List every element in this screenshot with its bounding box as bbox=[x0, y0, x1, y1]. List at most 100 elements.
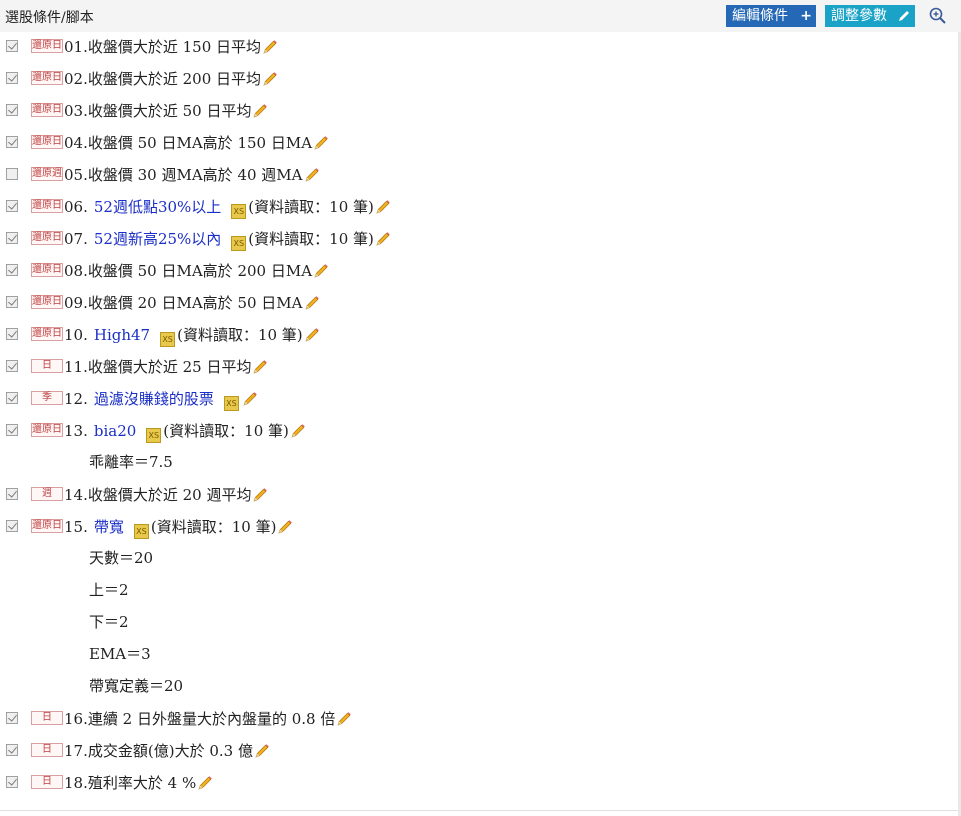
edit-pencil-icon[interactable] bbox=[304, 295, 320, 311]
parameter-line: 上＝2 bbox=[89, 581, 129, 599]
edit-pencil-icon[interactable] bbox=[254, 743, 270, 759]
period-badge[interactable]: 還原日 bbox=[31, 295, 63, 309]
condition-text: 收盤價大於近 150 日平均 bbox=[87, 38, 262, 56]
period-badge[interactable]: 日 bbox=[31, 743, 63, 757]
period-badge[interactable]: 還原日 bbox=[31, 423, 63, 437]
condition-text: 收盤價大於近 20 週平均 bbox=[87, 486, 252, 504]
period-badge[interactable]: 還原日 bbox=[31, 39, 63, 53]
period-badge[interactable]: 還原日 bbox=[31, 135, 63, 149]
condition-checkbox[interactable] bbox=[6, 776, 18, 788]
period-badge[interactable]: 日 bbox=[31, 775, 63, 789]
condition-number: 01. bbox=[64, 38, 88, 56]
period-badge[interactable]: 還原日 bbox=[31, 71, 63, 85]
condition-number: 08. bbox=[64, 262, 88, 280]
condition-row: 日 16.連續 2 日外盤量大於內盤量的 0.8 倍 bbox=[0, 704, 955, 736]
condition-row: 還原日 09.收盤價 20 日MA高於 50 日MA bbox=[0, 288, 955, 320]
period-badge[interactable]: 還原日 bbox=[31, 231, 63, 245]
condition-checkbox[interactable] bbox=[6, 296, 18, 308]
edit-pencil-icon[interactable] bbox=[313, 135, 329, 151]
condition-checkbox[interactable] bbox=[6, 264, 18, 276]
condition-text-line: 09.收盤價 20 日MA高於 50 日MA bbox=[64, 293, 320, 313]
script-link[interactable]: 過濾沒賺錢的股票 bbox=[94, 390, 214, 408]
edit-pencil-icon[interactable] bbox=[252, 103, 268, 119]
condition-checkbox[interactable] bbox=[6, 520, 18, 532]
condition-checkbox[interactable] bbox=[6, 488, 18, 500]
condition-text-line: 15. 帶寬 XS (資料讀取：10 筆) bbox=[64, 517, 293, 539]
condition-text-line: 08.收盤價 50 日MA高於 200 日MA bbox=[64, 261, 329, 281]
xs-script-icon[interactable]: XS bbox=[133, 524, 149, 539]
script-link[interactable]: 帶寬 bbox=[94, 518, 124, 536]
panel-title: 選股條件/腳本 bbox=[5, 10, 94, 26]
condition-row: 還原日 08.收盤價 50 日MA高於 200 日MA bbox=[0, 256, 955, 288]
script-link[interactable]: 52週低點30%以上 bbox=[94, 198, 221, 216]
condition-text-line: 07. 52週新高25%以內 XS (資料讀取：10 筆) bbox=[64, 229, 391, 251]
script-link[interactable]: bia20 bbox=[94, 422, 136, 440]
condition-checkbox[interactable] bbox=[6, 40, 18, 52]
edit-pencil-icon[interactable] bbox=[262, 71, 278, 87]
xs-script-icon[interactable]: XS bbox=[160, 332, 176, 347]
edit-pencil-icon[interactable] bbox=[242, 391, 258, 407]
edit-conditions-label: 編輯條件 bbox=[732, 8, 788, 24]
condition-checkbox[interactable] bbox=[6, 72, 18, 84]
period-badge[interactable]: 週 bbox=[31, 487, 63, 501]
script-link[interactable]: High47 bbox=[94, 326, 150, 344]
edit-pencil-icon[interactable] bbox=[252, 487, 268, 503]
condition-text-line: 14.收盤價大於近 20 週平均 bbox=[64, 485, 268, 505]
period-badge[interactable]: 還原日 bbox=[31, 103, 63, 117]
condition-text-line: 02.收盤價大於近 200 日平均 bbox=[64, 69, 278, 89]
parameter-line: EMA＝3 bbox=[89, 645, 151, 663]
edit-pencil-icon[interactable] bbox=[313, 263, 329, 279]
condition-number: 05. bbox=[64, 166, 88, 184]
period-badge[interactable]: 還原日 bbox=[31, 199, 63, 213]
edit-pencil-icon[interactable] bbox=[375, 231, 391, 247]
condition-checkbox[interactable] bbox=[6, 232, 18, 244]
condition-row: 還原日 13. bia20 XS (資料讀取：10 筆) bbox=[0, 416, 955, 448]
edit-pencil-icon[interactable] bbox=[290, 423, 306, 439]
period-badge[interactable]: 還原週 bbox=[31, 167, 63, 181]
xs-script-icon[interactable]: XS bbox=[231, 204, 247, 219]
condition-checkbox[interactable] bbox=[6, 136, 18, 148]
condition-checkbox[interactable] bbox=[6, 712, 18, 724]
condition-text-line: 12. 過濾沒賺錢的股票 XS bbox=[64, 389, 258, 411]
edit-pencil-icon[interactable] bbox=[304, 167, 320, 183]
condition-checkbox[interactable] bbox=[6, 200, 18, 212]
period-badge[interactable]: 日 bbox=[31, 359, 63, 373]
condition-checkbox[interactable] bbox=[6, 328, 18, 340]
condition-row: 日 18.殖利率大於 4 % bbox=[0, 768, 955, 800]
condition-text: 連續 2 日外盤量大於內盤量的 0.8 倍 bbox=[87, 710, 336, 728]
pencil-icon bbox=[899, 11, 909, 21]
edit-pencil-icon[interactable] bbox=[197, 775, 213, 791]
divider bbox=[0, 810, 958, 811]
condition-number: 14. bbox=[64, 486, 88, 504]
period-badge[interactable]: 季 bbox=[31, 391, 63, 405]
script-link[interactable]: 52週新高25%以內 bbox=[94, 230, 221, 248]
xs-script-icon[interactable]: XS bbox=[146, 428, 162, 443]
xs-script-icon[interactable]: XS bbox=[223, 396, 239, 411]
condition-number: 13. bbox=[64, 422, 88, 440]
edit-conditions-button[interactable]: 編輯條件 + bbox=[726, 5, 816, 27]
condition-checkbox[interactable] bbox=[6, 424, 18, 436]
edit-pencil-icon[interactable] bbox=[304, 327, 320, 343]
edit-pencil-icon[interactable] bbox=[252, 359, 268, 375]
period-badge[interactable]: 還原日 bbox=[31, 327, 63, 341]
adjust-params-button[interactable]: 調整參數 bbox=[825, 5, 915, 27]
parameter-line: 天數＝20 bbox=[89, 549, 154, 567]
edit-pencil-icon[interactable] bbox=[262, 39, 278, 55]
condition-checkbox[interactable] bbox=[6, 360, 18, 372]
condition-text-line: 16.連續 2 日外盤量大於內盤量的 0.8 倍 bbox=[64, 709, 352, 729]
condition-row: 還原日 02.收盤價大於近 200 日平均 bbox=[0, 64, 955, 96]
edit-pencil-icon[interactable] bbox=[277, 519, 293, 535]
period-badge[interactable]: 還原日 bbox=[31, 263, 63, 277]
xs-script-icon[interactable]: XS bbox=[231, 236, 247, 251]
condition-checkbox[interactable] bbox=[6, 168, 18, 180]
period-badge[interactable]: 日 bbox=[31, 711, 63, 725]
period-badge[interactable]: 還原日 bbox=[31, 519, 63, 533]
condition-checkbox[interactable] bbox=[6, 744, 18, 756]
condition-checkbox[interactable] bbox=[6, 104, 18, 116]
condition-number: 16. bbox=[64, 710, 88, 728]
condition-text-line: 06. 52週低點30%以上 XS (資料讀取：10 筆) bbox=[64, 197, 391, 219]
zoom-in-icon[interactable] bbox=[928, 6, 948, 26]
condition-checkbox[interactable] bbox=[6, 392, 18, 404]
edit-pencil-icon[interactable] bbox=[375, 199, 391, 215]
edit-pencil-icon[interactable] bbox=[336, 711, 352, 727]
